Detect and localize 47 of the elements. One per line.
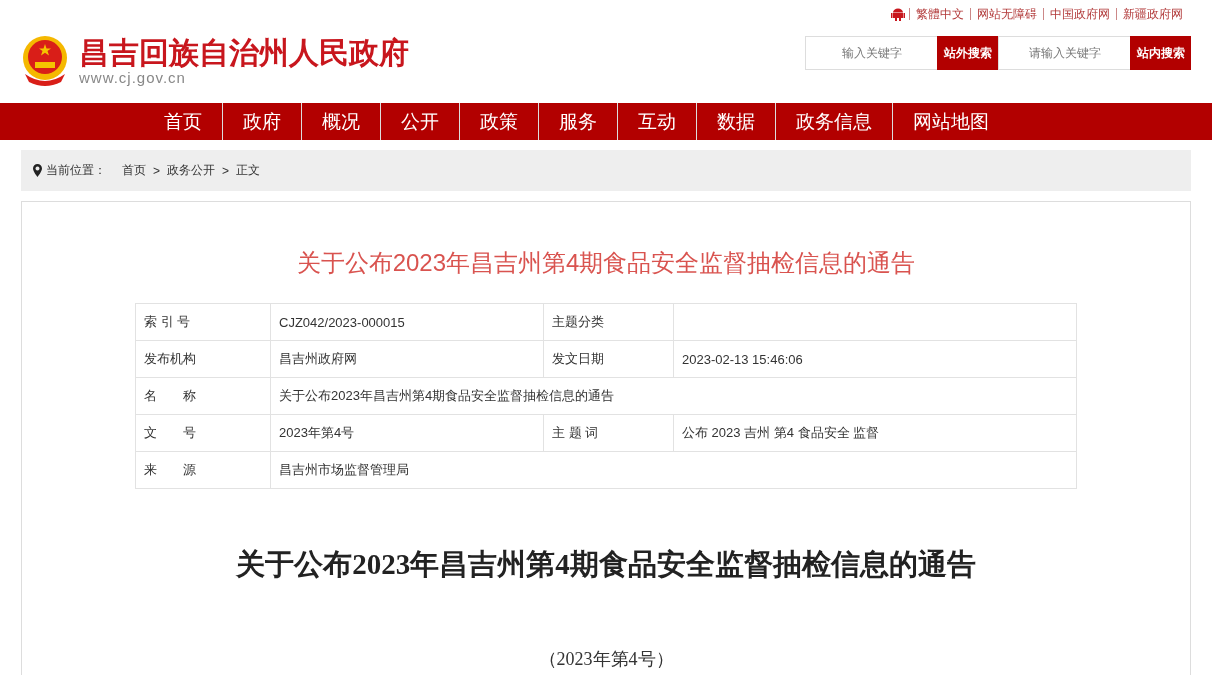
breadcrumb-link[interactable]: 首页 <box>122 162 146 179</box>
document-number: （2023年第4号） <box>537 648 675 671</box>
breadcrumb-link[interactable]: 正文 <box>236 162 261 179</box>
site-url: www.cj.gov.cn <box>79 70 187 86</box>
search-button[interactable]: 站外搜索 <box>937 36 998 70</box>
nav-item[interactable]: 网站地图 <box>893 103 1009 140</box>
breadcrumb-separator: > <box>221 163 231 178</box>
search-field[interactable]: 输入关键字 <box>805 36 937 70</box>
top-link[interactable]: 网站无障碍 <box>970 8 1043 20</box>
top-link[interactable]: 中国政府网 <box>1043 8 1116 20</box>
breadcrumb-link[interactable]: 政务公开 <box>167 162 215 179</box>
nav-item[interactable]: 首页 <box>144 103 223 140</box>
nav-item[interactable]: 公开 <box>381 103 460 140</box>
nav-item[interactable]: 政府 <box>223 103 302 140</box>
top-link[interactable]: 新疆政府网 <box>1116 8 1189 20</box>
table-cell: 来 源 <box>135 451 271 489</box>
nav-item[interactable]: 服务 <box>539 103 618 140</box>
search-field[interactable]: 请输入关键字 <box>998 36 1130 70</box>
nav-item[interactable]: 政务信息 <box>776 103 893 140</box>
table-cell: CJZ042/2023-000015 <box>270 303 544 341</box>
location-pin-icon <box>33 164 42 177</box>
emblem-icon <box>21 36 69 86</box>
table-cell: 索 引 号 <box>135 303 271 341</box>
nav-item[interactable]: 互动 <box>618 103 697 140</box>
table-cell: 公布 2023 吉州 第4 食品安全 监督 <box>673 414 1077 452</box>
table-cell: 2023-02-13 15:46:06 <box>673 340 1077 378</box>
document-heading: 关于公布2023年昌吉州第4期食品安全监督抽检信息的通告 <box>235 547 977 582</box>
table-cell: 主 题 词 <box>543 414 674 452</box>
nav-item[interactable]: 数据 <box>697 103 776 140</box>
breadcrumb-separator: > <box>152 163 161 178</box>
table-cell: 名 称 <box>135 377 271 415</box>
article-title: 关于公布2023年昌吉州第4期食品安全监督抽检信息的通告 <box>295 248 917 278</box>
android-icon[interactable] <box>891 7 905 21</box>
top-link[interactable]: 繁體中文 <box>909 8 970 20</box>
breadcrumb-label: 当前位置： <box>46 162 106 179</box>
table-cell: 2023年第4号 <box>270 414 544 452</box>
table-cell: 关于公布2023年昌吉州第4期食品安全监督抽检信息的通告 <box>270 377 1077 415</box>
table-cell: 昌吉州市场监督管理局 <box>270 451 1077 489</box>
search-button[interactable]: 站内搜索 <box>1130 36 1191 70</box>
nav-item[interactable]: 概况 <box>302 103 381 140</box>
nav-item[interactable]: 政策 <box>460 103 539 140</box>
table-cell: 昌吉州政府网 <box>270 340 544 378</box>
table-cell: 发布机构 <box>135 340 271 378</box>
table-cell: 主题分类 <box>543 303 674 341</box>
table-cell: 发文日期 <box>543 340 674 378</box>
table-cell: 文 号 <box>135 414 271 452</box>
site-title: 昌吉回族自治州人民政府 <box>79 36 409 70</box>
